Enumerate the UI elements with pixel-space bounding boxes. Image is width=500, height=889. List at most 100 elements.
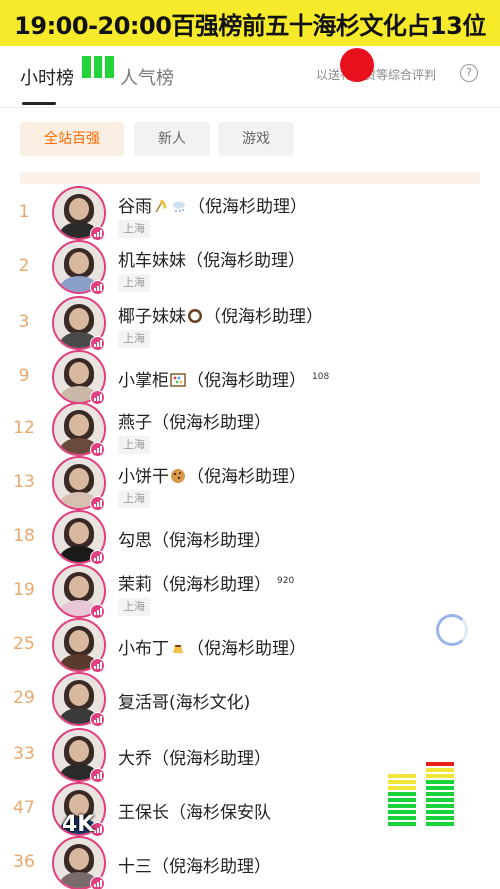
list-item[interactable]: 2 机车妹妹（倪海杉助理） 上海 — [0, 240, 500, 296]
rank-number: 25 — [13, 634, 35, 654]
rule-hint: 以送礼点赞等综合评判 — [316, 68, 437, 82]
rank-number: 47 — [13, 798, 35, 818]
list-item[interactable]: 9 小掌柜 （倪海杉助理） 108 — [0, 350, 500, 406]
streamer-affiliation: （倪海杉助理） — [204, 307, 323, 327]
rank-number: 12 — [13, 418, 35, 438]
live-badge-icon — [90, 768, 105, 783]
live-badge-icon — [90, 496, 105, 511]
streamer-nickname: 大乔 — [118, 749, 152, 769]
location-tag: 上海 — [118, 330, 150, 348]
live-badge-icon — [90, 442, 105, 457]
rank-number: 3 — [18, 312, 30, 332]
list-item[interactable]: 3 椰子妹妹 （倪海杉助理） 上海 — [0, 296, 500, 352]
list-item[interactable]: 18 勾思（倪海杉助理） — [0, 510, 500, 566]
filter-chip[interactable]: 游戏 — [218, 122, 294, 156]
list-item[interactable]: 36 十三（倪海杉助理） — [0, 836, 500, 889]
streamer-affiliation: （海杉保安队 — [169, 803, 271, 823]
loading-spinner-icon — [436, 614, 468, 646]
streamer-name[interactable]: 小布丁 （倪海杉助理） — [118, 634, 306, 659]
banner-text: 19:00-20:00百强榜前五十海杉文化占13位 — [14, 11, 486, 40]
streamer-nickname: 小掌柜 — [118, 371, 169, 391]
streamer-name[interactable]: 小掌柜 （倪海杉助理） 108 — [118, 366, 329, 391]
live-badge-icon — [90, 876, 105, 889]
live-badge-icon — [90, 712, 105, 727]
list-item[interactable]: 1 谷雨 （倪海杉助理） 上海 — [0, 186, 500, 242]
streamer-name[interactable]: 十三（倪海杉助理） — [118, 852, 271, 877]
list-item[interactable]: 12 燕子（倪海杉助理） 上海 — [0, 402, 500, 458]
streamer-affiliation: （倪海杉助理） — [187, 639, 306, 659]
streamer-affiliation: （倪海杉助理） — [188, 197, 307, 217]
list-item[interactable]: 19 茉莉（倪海杉助理） 920 上海 — [0, 564, 500, 620]
streamer-affiliation: （倪海杉助理） — [187, 467, 306, 487]
rank-number: 19 — [13, 580, 35, 600]
live-badge-icon — [90, 280, 105, 295]
streamer-nickname: 小布丁 — [118, 639, 169, 659]
streamer-affiliation: （倪海杉助理） — [186, 251, 305, 271]
streamer-affiliation: （倪海杉助理） — [152, 531, 271, 551]
info-circle-icon[interactable]: ? — [460, 64, 478, 82]
cookie-icon — [170, 468, 186, 484]
list-item[interactable]: 29 复活哥(海杉文化) — [0, 672, 500, 728]
live-badge-icon — [90, 226, 105, 241]
audio-level-meter-icon — [388, 760, 458, 826]
filter-chip[interactable]: 新人 — [134, 122, 210, 156]
live-badge-icon — [90, 658, 105, 673]
location-tag: 上海 — [118, 436, 150, 454]
live-badge-icon — [90, 604, 105, 619]
streamer-nickname: 谷雨 — [118, 197, 152, 217]
streamer-affiliation: (海杉文化) — [169, 693, 251, 713]
pudding-icon — [170, 640, 186, 656]
streamer-affiliation: （倪海杉助理） — [152, 749, 271, 769]
location-tag: 上海 — [118, 490, 150, 508]
score-count: 108 — [312, 372, 330, 383]
quality-watermark: 4K — [62, 812, 95, 837]
green-overlay-bars — [82, 56, 115, 78]
rice-icon — [153, 198, 169, 214]
streamer-nickname: 燕子 — [118, 413, 152, 433]
list-item[interactable]: 25 小布丁 （倪海杉助理） — [0, 618, 500, 674]
cloud-snow-icon — [171, 198, 187, 214]
streamer-name[interactable]: 谷雨 （倪海杉助理） — [118, 192, 307, 217]
streamer-name[interactable]: 大乔（倪海杉助理） — [118, 744, 271, 769]
tab-hourly[interactable]: 小时榜 — [20, 64, 74, 90]
filter-chip[interactable]: 全站百强 — [20, 122, 124, 156]
streamer-name[interactable]: 椰子妹妹 （倪海杉助理） — [118, 302, 323, 327]
live-badge-icon — [90, 336, 105, 351]
streamer-nickname: 机车妹妹 — [118, 251, 186, 271]
streamer-nickname: 茉莉 — [118, 575, 152, 595]
location-tag: 上海 — [118, 274, 150, 292]
streamer-name[interactable]: 燕子（倪海杉助理） — [118, 408, 271, 433]
rank-number: 13 — [13, 472, 35, 492]
list-header-strip — [20, 172, 480, 184]
rank-number: 18 — [13, 526, 35, 546]
rank-number: 9 — [18, 366, 30, 386]
streamer-name[interactable]: 小饼干 （倪海杉助理） — [118, 462, 306, 487]
streamer-nickname: 十三 — [118, 857, 152, 877]
streamer-nickname: 小饼干 — [118, 467, 169, 487]
streamer-affiliation: （倪海杉助理） — [152, 857, 271, 877]
streamer-nickname: 复活哥 — [118, 693, 169, 713]
tab-popularity[interactable]: 人气榜 — [120, 64, 174, 90]
streamer-name[interactable]: 茉莉（倪海杉助理） 920 — [118, 570, 294, 595]
ranking-tabs: 小时榜 人气榜 以送礼点赞等综合评判 ? — [0, 46, 500, 108]
streamer-name[interactable]: 王保长（海杉保安队 — [118, 798, 271, 823]
streamer-nickname: 勾思 — [118, 531, 152, 551]
streamer-name[interactable]: 机车妹妹（倪海杉助理） — [118, 246, 305, 271]
list-item[interactable]: 13 小饼干 （倪海杉助理） 上海 — [0, 456, 500, 512]
streamer-affiliation: （倪海杉助理） — [152, 413, 271, 433]
streamer-nickname: 椰子妹妹 — [118, 307, 186, 327]
rank-number: 1 — [18, 202, 30, 222]
streamer-affiliation: （倪海杉助理） — [187, 371, 306, 391]
streamer-affiliation: （倪海杉助理） — [152, 575, 271, 595]
streamer-name[interactable]: 复活哥(海杉文化) — [118, 688, 250, 713]
streamer-name[interactable]: 勾思（倪海杉助理） — [118, 526, 271, 551]
streamer-nickname: 王保长 — [118, 803, 169, 823]
record-dot-overlay — [340, 48, 374, 82]
score-count: 920 — [277, 576, 295, 587]
video-title-banner: 19:00-20:00百强榜前五十海杉文化占13位 — [0, 0, 500, 46]
rank-number: 36 — [13, 852, 35, 872]
location-tag: 上海 — [118, 220, 150, 238]
live-badge-icon — [90, 550, 105, 565]
tab-hourly-underline — [22, 102, 56, 105]
coconut-icon — [187, 308, 203, 324]
